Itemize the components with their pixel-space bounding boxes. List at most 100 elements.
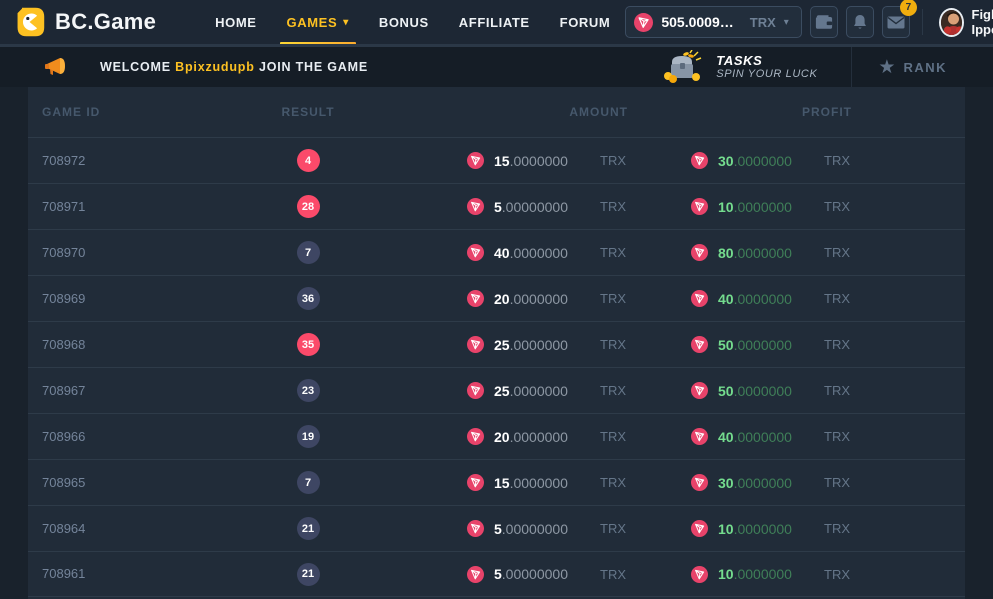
- star-icon: ★: [878, 58, 895, 77]
- welcome-username: Bpixzudupb: [175, 60, 255, 74]
- tasks-subtitle: SPIN YOUR LUCK: [716, 68, 817, 81]
- table-row[interactable]: 708966 19 20.0000000 TRX 40.0000000 TRX: [28, 413, 965, 459]
- currency-label: TRX: [824, 475, 852, 490]
- profit-amount: 10.0000000: [718, 199, 804, 215]
- profit-amount: 40.0000000: [718, 291, 804, 307]
- result-badge: 28: [297, 195, 320, 218]
- bcgame-logo-icon: [14, 6, 46, 38]
- trx-coin-icon: [467, 290, 484, 307]
- table-row[interactable]: 708965 7 15.0000000 TRX 30.0000000 TRX: [28, 459, 965, 505]
- trx-coin-icon: [467, 152, 484, 169]
- announcement-banner: WELCOME Bpixzudupb JOIN THE GAME: [0, 47, 993, 87]
- welcome-message: WELCOME Bpixzudupb JOIN THE GAME: [100, 60, 368, 74]
- currency-label: TRX: [824, 153, 852, 168]
- top-navbar: BC.Game HOME GAMES ▾ BONUS AFFILIATE FORU…: [0, 0, 993, 44]
- currency-label: TRX: [824, 337, 852, 352]
- bet-amount: 5.00000000: [494, 566, 580, 582]
- game-id: 708972: [42, 153, 85, 168]
- table-row[interactable]: 708971 28 5.00000000 TRX 10.0000000 TRX: [28, 183, 965, 229]
- currency-label: TRX: [824, 199, 852, 214]
- trx-coin-icon: [467, 244, 484, 261]
- wallet-button[interactable]: [810, 6, 838, 38]
- nav-item-forum[interactable]: FORUM: [545, 0, 626, 44]
- megaphone-icon: [44, 56, 70, 78]
- bell-icon: [852, 14, 868, 31]
- wallet-icon: [815, 14, 833, 30]
- bet-amount: 15.0000000: [494, 475, 580, 491]
- bet-amount: 20.0000000: [494, 429, 580, 445]
- game-id: 708964: [42, 521, 85, 536]
- result-badge: 21: [297, 563, 320, 586]
- game-history-panel: GAME ID RESULT AMOUNT PROFIT 708972 4 15…: [28, 87, 965, 599]
- table-row[interactable]: 708964 21 5.00000000 TRX 10.0000000 TRX: [28, 505, 965, 551]
- chevron-down-icon: ▾: [343, 17, 349, 28]
- table-header-row: GAME ID RESULT AMOUNT PROFIT: [28, 87, 965, 137]
- game-id: 708969: [42, 291, 85, 306]
- tasks-shortcut[interactable]: TASKS SPIN YOUR LUCK: [660, 50, 851, 84]
- result-badge: 7: [297, 241, 320, 264]
- trx-coin-icon: [691, 520, 708, 537]
- banner-right: TASKS SPIN YOUR LUCK ★ RANK: [660, 47, 973, 87]
- table-row[interactable]: 708970 7 40.0000000 TRX 80.0000000 TRX: [28, 229, 965, 275]
- currency-label: TRX: [600, 291, 628, 306]
- currency-label: TRX: [600, 567, 628, 582]
- user-menu[interactable]: Fight Ippo ▾: [935, 7, 993, 37]
- currency-label: TRX: [824, 291, 852, 306]
- welcome-suffix: JOIN THE GAME: [255, 60, 368, 74]
- profit-amount: 80.0000000: [718, 245, 804, 261]
- column-header-game-id: GAME ID: [28, 105, 248, 119]
- nav-item-games[interactable]: GAMES ▾: [272, 0, 364, 44]
- nav-label: AFFILIATE: [459, 15, 530, 30]
- profit-amount: 30.0000000: [718, 153, 804, 169]
- currency-label: TRX: [824, 521, 852, 536]
- brand-name: BC.Game: [55, 9, 156, 35]
- game-id: 708970: [42, 245, 85, 260]
- trx-coin-icon: [691, 290, 708, 307]
- column-header-amount: AMOUNT: [368, 105, 658, 119]
- table-row[interactable]: 708968 35 25.0000000 TRX 50.0000000 TRX: [28, 321, 965, 367]
- bet-amount: 5.00000000: [494, 521, 580, 537]
- table-body: 708972 4 15.0000000 TRX 30.0000000 TRX 7…: [28, 137, 965, 597]
- nav-item-affiliate[interactable]: AFFILIATE: [444, 0, 545, 44]
- nav-item-bonus[interactable]: BONUS: [364, 0, 444, 44]
- nav-right: 505.0009… TRX ▾ 7 Fight Ippo ▾: [625, 6, 993, 38]
- nav-label: FORUM: [560, 15, 611, 30]
- avatar: [939, 8, 964, 37]
- trx-coin-icon: [691, 428, 708, 445]
- trx-coin-icon: [467, 382, 484, 399]
- table-row[interactable]: 708961 21 5.00000000 TRX 10.0000000 TRX: [28, 551, 965, 597]
- nav-label: GAMES: [287, 15, 338, 30]
- table-row[interactable]: 708967 23 25.0000000 TRX 50.0000000 TRX: [28, 367, 965, 413]
- table-row[interactable]: 708972 4 15.0000000 TRX 30.0000000 TRX: [28, 137, 965, 183]
- currency-label: TRX: [600, 521, 628, 536]
- table-row[interactable]: 708969 36 20.0000000 TRX 40.0000000 TRX: [28, 275, 965, 321]
- tasks-title: TASKS: [716, 53, 817, 68]
- rank-label: RANK: [903, 60, 947, 75]
- column-header-profit: PROFIT: [658, 105, 965, 119]
- profit-amount: 50.0000000: [718, 337, 804, 353]
- currency-label: TRX: [824, 245, 852, 260]
- notifications-button[interactable]: [846, 6, 874, 38]
- balance-selector[interactable]: 505.0009… TRX ▾: [625, 6, 801, 38]
- game-id: 708967: [42, 383, 85, 398]
- game-id: 708961: [42, 566, 85, 581]
- trx-coin-icon: [467, 198, 484, 215]
- rank-shortcut[interactable]: ★ RANK: [851, 47, 973, 87]
- profit-amount: 30.0000000: [718, 475, 804, 491]
- trx-coin-icon: [467, 336, 484, 353]
- username: Fight Ippo: [972, 7, 993, 37]
- trx-coin-icon: [691, 474, 708, 491]
- messages-button[interactable]: 7: [882, 6, 910, 38]
- balance-value: 505.0009…: [661, 14, 733, 30]
- currency-label: TRX: [600, 383, 628, 398]
- trx-coin-icon: [691, 198, 708, 215]
- trx-coin-icon: [691, 382, 708, 399]
- result-badge: 19: [297, 425, 320, 448]
- currency-label: TRX: [600, 337, 628, 352]
- column-header-result: RESULT: [248, 105, 368, 119]
- bet-amount: 25.0000000: [494, 337, 580, 353]
- trx-coin-icon: [467, 520, 484, 537]
- brand-logo[interactable]: BC.Game: [14, 6, 156, 38]
- nav-item-home[interactable]: HOME: [200, 0, 271, 44]
- divider: [922, 9, 923, 35]
